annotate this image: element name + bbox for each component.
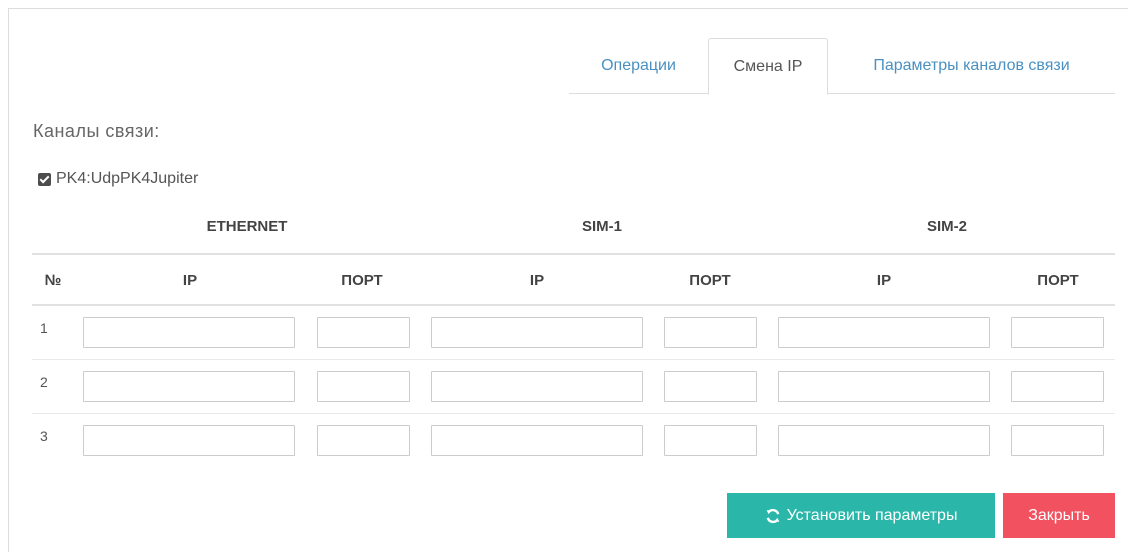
header-divider bbox=[32, 253, 1115, 255]
sim2-port-input[interactable] bbox=[1011, 371, 1104, 402]
sim1-port-input[interactable] bbox=[664, 317, 757, 348]
col-num: № bbox=[44, 272, 62, 289]
row-number: 3 bbox=[40, 428, 48, 444]
column-divider bbox=[32, 304, 1115, 306]
sim2-ip-input[interactable] bbox=[778, 371, 990, 402]
eth-ip-input[interactable] bbox=[83, 317, 295, 348]
row-divider bbox=[32, 359, 1115, 360]
sim2-ip-input[interactable] bbox=[778, 425, 990, 456]
eth-port-input[interactable] bbox=[317, 425, 410, 456]
apply-settings-label: Установить параметры bbox=[786, 506, 958, 524]
row-number: 1 bbox=[40, 320, 48, 336]
close-button[interactable]: Закрыть bbox=[1003, 493, 1115, 538]
col-eth-ip: IP bbox=[182, 272, 198, 289]
channel-label: PK4:UdpPK4Jupiter bbox=[56, 170, 199, 187]
close-button-label: Закрыть bbox=[1028, 506, 1090, 524]
eth-ip-input[interactable] bbox=[83, 371, 295, 402]
apply-settings-button[interactable]: Установить параметры bbox=[727, 493, 995, 538]
col-eth-port: ПОРТ bbox=[341, 272, 383, 289]
col-sim1-port: ПОРТ bbox=[689, 272, 731, 289]
eth-port-input[interactable] bbox=[317, 371, 410, 402]
col-sim1-ip: IP bbox=[529, 272, 545, 289]
group-sim2: SIM-2 bbox=[926, 218, 967, 235]
tab-change-ip[interactable]: Смена IP bbox=[708, 38, 828, 95]
eth-port-input[interactable] bbox=[317, 317, 410, 348]
channel-option[interactable]: PK4:UdpPK4Jupiter bbox=[38, 170, 198, 188]
tab-bar: Операции Смена IP Параметры каналов связ… bbox=[569, 38, 1115, 95]
group-sim1: SIM-1 bbox=[581, 218, 622, 235]
sim2-port-input[interactable] bbox=[1011, 317, 1104, 348]
row-divider bbox=[32, 413, 1115, 414]
channels-heading: Каналы связи: bbox=[33, 121, 160, 141]
sim1-ip-input[interactable] bbox=[431, 425, 643, 456]
refresh-icon bbox=[765, 508, 781, 524]
channel-checkbox[interactable] bbox=[38, 172, 51, 186]
col-sim2-port: ПОРТ bbox=[1037, 272, 1079, 289]
group-ethernet: ETHERNET bbox=[206, 218, 288, 235]
col-sim2-ip: IP bbox=[876, 272, 892, 289]
row-number: 2 bbox=[40, 374, 48, 390]
sim1-ip-input[interactable] bbox=[431, 371, 643, 402]
tab-channel-params[interactable]: Параметры каналов связи bbox=[828, 38, 1115, 94]
sim2-ip-input[interactable] bbox=[778, 317, 990, 348]
eth-ip-input[interactable] bbox=[83, 425, 295, 456]
sim1-ip-input[interactable] bbox=[431, 317, 643, 348]
sim1-port-input[interactable] bbox=[664, 371, 757, 402]
sim2-port-input[interactable] bbox=[1011, 425, 1104, 456]
sim1-port-input[interactable] bbox=[664, 425, 757, 456]
tab-operations[interactable]: Операции bbox=[569, 38, 708, 94]
